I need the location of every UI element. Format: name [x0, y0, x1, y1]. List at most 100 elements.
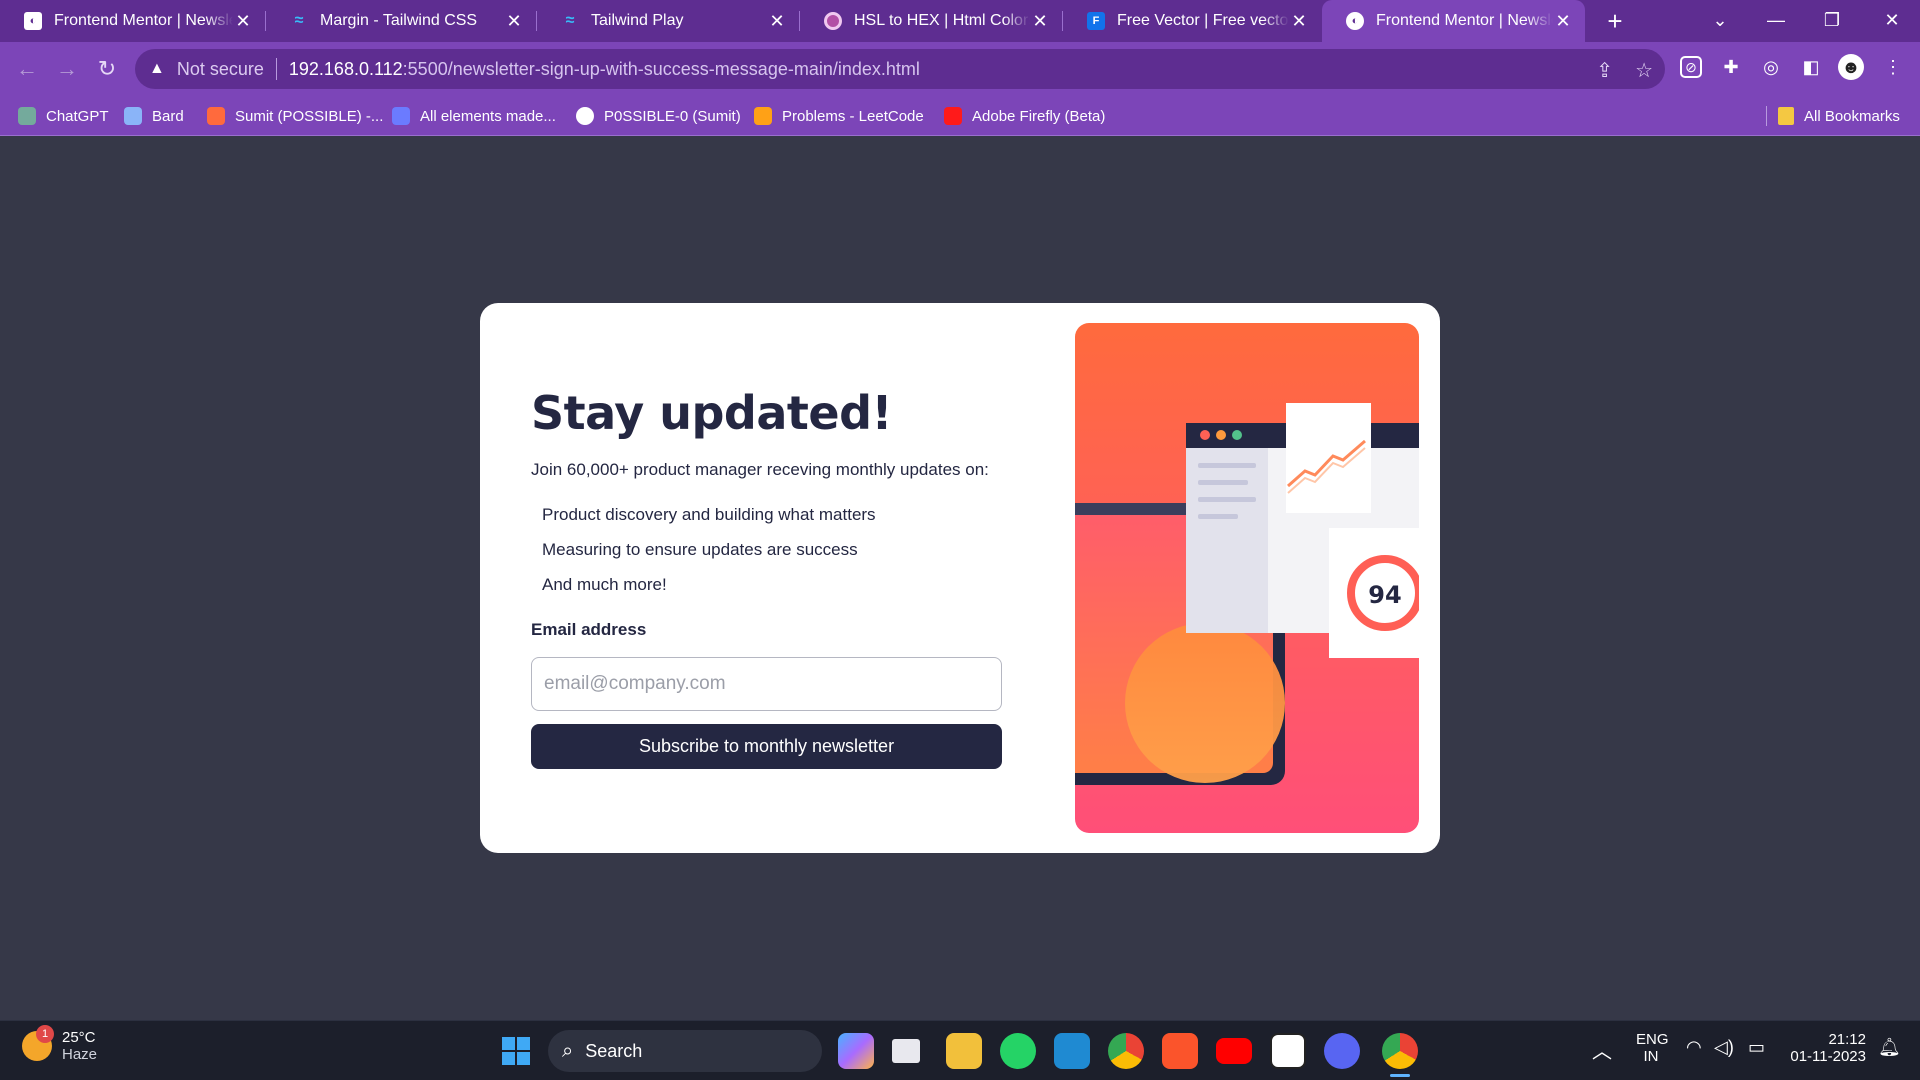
share-icon[interactable]: ⇪ — [1596, 58, 1613, 83]
close-tab-icon[interactable]: ✕ — [504, 11, 524, 32]
close-window-icon[interactable]: ✕ — [1864, 0, 1920, 42]
volume-icon[interactable]: ◁) — [1714, 1037, 1734, 1058]
search-icon: ⌕ — [562, 1039, 574, 1062]
close-tab-icon[interactable]: ✕ — [233, 11, 253, 32]
bookmarks-bar: ChatGPT Bard Sumit (POSSIBLE) -... All e… — [0, 96, 1920, 136]
window-dot-green — [1232, 430, 1242, 440]
all-bookmarks-folder[interactable]: All Bookmarks — [1778, 96, 1900, 136]
battery-icon[interactable]: ▭ — [1748, 1037, 1765, 1058]
windows-taskbar: 1 25°C Haze ⌕ Search ︿ ENG IN ◠ ◁) ▭ 21:… — [0, 1020, 1920, 1080]
tab-strip: ◐ Frontend Mentor | Newsletter sign-up ✕… — [0, 0, 1920, 42]
bookmark-label: Bard — [152, 107, 184, 125]
puzzle-extensions-icon[interactable]: ✚ — [1718, 54, 1744, 80]
notion-icon[interactable] — [1270, 1033, 1306, 1069]
wifi-icon[interactable]: ◠ — [1686, 1037, 1702, 1058]
minimize-icon[interactable]: — — [1748, 0, 1804, 42]
whatsapp-icon[interactable] — [1000, 1033, 1036, 1069]
feature-item: And much more! — [542, 575, 667, 594]
copilot-icon[interactable] — [838, 1033, 874, 1069]
forward-arrow-icon[interactable]: → — [50, 52, 84, 86]
tab-tailwind-margin[interactable]: ≈ Margin - Tailwind CSS ✕ — [266, 0, 536, 42]
url-host: 192.168.0.112 — [288, 58, 403, 79]
tab-freepik[interactable]: F Free Vector | Free vector hand drawn ✕ — [1063, 0, 1321, 42]
hero-illustration: 94 — [1075, 323, 1419, 833]
extension-icon[interactable]: ⊘ — [1680, 56, 1702, 78]
folder-icon — [1778, 107, 1794, 125]
weather-desc: Haze — [62, 1046, 98, 1063]
menu-kebab-icon[interactable]: ⋮ — [1880, 54, 1906, 80]
frontend-mentor-icon: ◐ — [24, 12, 42, 30]
language-indicator[interactable]: ENG IN — [1636, 1031, 1669, 1065]
new-tab-button[interactable]: + — [1598, 4, 1632, 38]
language-code: ENG — [1636, 1031, 1669, 1048]
windows-start-icon[interactable] — [498, 1033, 534, 1069]
region-code: IN — [1643, 1048, 1659, 1065]
bookmark-star-icon[interactable]: ☆ — [1635, 58, 1653, 83]
restore-icon[interactable]: ❐ — [1804, 0, 1860, 42]
side-panel-icon[interactable]: ◧ — [1798, 54, 1824, 80]
discord-icon[interactable] — [1324, 1033, 1360, 1069]
bookmarks-divider — [1766, 106, 1767, 126]
youtube-icon[interactable] — [1216, 1038, 1252, 1064]
back-arrow-icon[interactable]: ← — [10, 52, 44, 86]
performance-icon[interactable]: ◎ — [1758, 54, 1784, 80]
tab-hsl-to-hex[interactable]: HSL to HEX | Html Colors ✕ — [800, 0, 1062, 42]
newsletter-card: Stay updated! Join 60,000+ product manag… — [480, 303, 1440, 853]
window-sidebar — [1186, 448, 1268, 633]
taskbar-search[interactable]: ⌕ Search — [548, 1030, 822, 1072]
chrome-icon[interactable] — [1108, 1033, 1144, 1069]
feature-item: Measuring to ensure updates are success — [542, 540, 858, 559]
bookmark-label: All elements made... — [420, 107, 556, 125]
weather-sun-icon: 1 — [22, 1025, 54, 1061]
circle-icon — [824, 12, 842, 30]
weather-widget[interactable]: 1 25°C Haze — [22, 1025, 98, 1063]
bookmark-label: Sumit (POSSIBLE) -... — [235, 107, 384, 125]
bookmark-chatgpt[interactable]: ChatGPT — [18, 96, 109, 136]
tab-title: Margin - Tailwind CSS — [320, 12, 478, 29]
tab-search-chevron-icon[interactable]: ⌄ — [1692, 0, 1748, 42]
security-status: Not secure — [176, 58, 264, 79]
bookmark-all-elements[interactable]: All elements made... — [392, 96, 556, 136]
active-app-indicator — [1390, 1074, 1410, 1077]
bookmark-sumit-possible[interactable]: Sumit (POSSIBLE) -... — [207, 96, 383, 136]
bookmark-adobe-firefly[interactable]: Adobe Firefly (Beta) — [944, 96, 1105, 136]
tailwind-icon: ≈ — [565, 12, 575, 29]
tab-tailwind-play[interactable]: ≈ Tailwind Play ✕ — [537, 0, 799, 42]
avatar[interactable]: ☻ — [1838, 54, 1864, 80]
possible-logo-icon — [207, 107, 225, 125]
tab-frontend-mentor-1[interactable]: ◐ Frontend Mentor | Newsletter sign-up ✕ — [0, 0, 265, 42]
page-title: Stay updated! — [531, 386, 892, 440]
weather-temp: 25°C — [62, 1029, 96, 1046]
bard-sparkle-icon — [124, 107, 142, 125]
search-label: Search — [585, 1040, 643, 1061]
github-icon — [576, 107, 594, 125]
chrome-dev-icon[interactable] — [1382, 1033, 1418, 1069]
bookmark-label: ChatGPT — [46, 107, 109, 125]
clock[interactable]: 21:12 01-11-2023 — [1782, 1031, 1866, 1065]
notification-bell-icon[interactable]: 🔔︎ — [1878, 1037, 1901, 1058]
tab-title: HSL to HEX | Html Colors — [854, 12, 1030, 29]
freepik-icon: F — [1087, 12, 1105, 30]
file-explorer-icon[interactable] — [946, 1033, 982, 1069]
vscode-icon[interactable] — [1054, 1033, 1090, 1069]
bookmark-github[interactable]: P0SSIBLE-0 (Sumit) — [576, 96, 741, 136]
warning-triangle-icon: ▲ — [149, 60, 165, 77]
window-dot-orange — [1216, 430, 1226, 440]
show-hidden-icons-chevron[interactable]: ︿ — [1592, 1035, 1612, 1064]
tab-title: Free Vector | Free vector hand drawn — [1117, 12, 1289, 29]
close-tab-icon[interactable]: ✕ — [1289, 11, 1309, 32]
tab-frontend-mentor-active[interactable]: ◐ Frontend Mentor | Newsletter sign-up ✕ — [1322, 0, 1585, 42]
close-tab-icon[interactable]: ✕ — [1553, 11, 1573, 32]
email-field[interactable] — [531, 657, 1002, 711]
address-bar[interactable]: ▲ Not secure 192.168.0.112 :5500/newslet… — [135, 49, 1665, 89]
bookmark-bard[interactable]: Bard — [124, 96, 184, 136]
close-tab-icon[interactable]: ✕ — [767, 11, 787, 32]
subscribe-button[interactable]: Subscribe to monthly newsletter — [531, 724, 1002, 769]
close-tab-icon[interactable]: ✕ — [1030, 11, 1050, 32]
bookmark-leetcode[interactable]: Problems - LeetCode — [754, 96, 924, 136]
task-view-icon[interactable] — [892, 1039, 920, 1063]
window-dot-red — [1200, 430, 1210, 440]
date: 01-11-2023 — [1790, 1048, 1866, 1065]
reload-icon[interactable]: ↻ — [90, 52, 124, 86]
brave-icon[interactable] — [1162, 1033, 1198, 1069]
